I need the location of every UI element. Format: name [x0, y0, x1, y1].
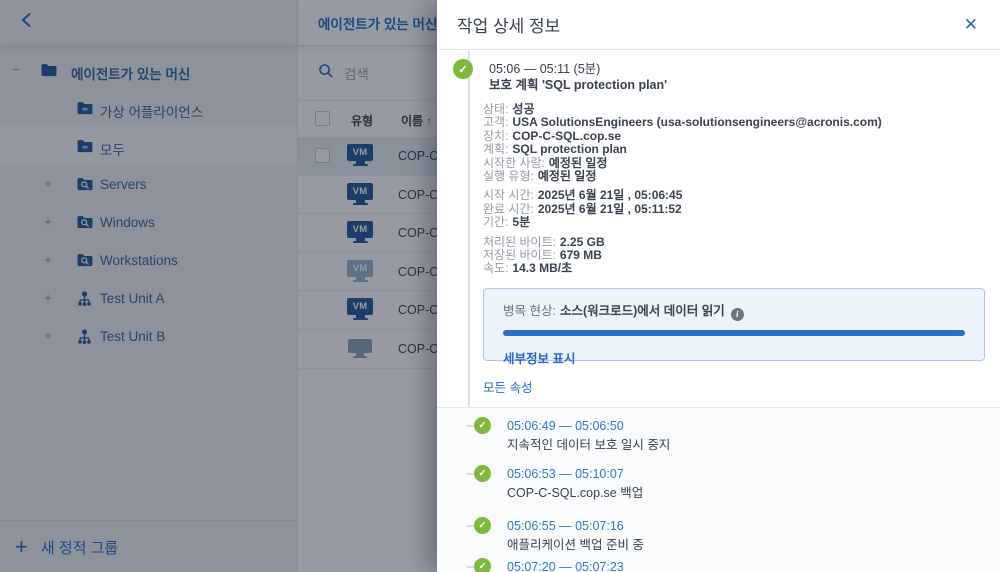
subactivity-time-link[interactable]: 05:06:49 — 05:06:50: [507, 419, 624, 433]
property-row: 고객:USA SolutionsEngineers (usa-solutions…: [483, 116, 882, 129]
subactivity-time-link[interactable]: 05:07:20 — 05:07:23: [507, 560, 624, 572]
bottleneck-box: 병목 현상:소스(워크로드)에서 데이터 읽기i 세부정보 표시: [483, 288, 985, 361]
success-check-icon: ✓: [474, 417, 491, 434]
acronis-console: − 에이전트가 있는 머신 ∞ 가상 어플라이언스 ∞ 모: [0, 0, 1000, 572]
subactivity-label: 지속적인 데이터 보호 일시 중지: [507, 434, 670, 453]
subactivity-time-link[interactable]: 05:06:55 — 05:07:16: [507, 519, 624, 533]
property-row: 완료 시간:2025년 6월 21일 , 05:11:52: [483, 203, 882, 216]
show-details-link[interactable]: 세부정보 표시: [503, 348, 575, 367]
success-check-icon: ✓: [474, 465, 491, 482]
property-row: 속도:14.3 MB/초: [483, 262, 882, 275]
activity-details-panel: 작업 상세 정보 ✕ ✓ 05:06 — 05:11 (5분) 보호 계획 'S…: [437, 0, 1000, 572]
panel-title: 작업 상세 정보: [457, 12, 962, 37]
subactivity-time-link[interactable]: 05:06:53 — 05:10:07: [507, 467, 624, 481]
subactivity-label: COP-C-SQL.cop.se 백업: [507, 482, 643, 501]
success-check-icon: ✓: [474, 517, 491, 534]
property-row: 기간:5분: [483, 216, 882, 229]
property-row: 실행 유형:예정된 일정: [483, 170, 882, 183]
info-icon[interactable]: i: [731, 308, 744, 321]
property-row: 계획:SQL protection plan: [483, 143, 882, 156]
modal-scrim[interactable]: [0, 0, 437, 572]
bottleneck-line: 병목 현상:소스(워크로드)에서 데이터 읽기i: [503, 300, 984, 321]
subactivity-label: 애플리케이션 백업 준비 중: [507, 534, 644, 553]
property-row: 장치:COP-C-SQL.cop.se: [483, 130, 882, 143]
all-properties-link[interactable]: 모든 속성: [483, 377, 532, 396]
success-check-icon: ✓: [453, 59, 473, 79]
property-row: 처리된 바이트:2.25 GB: [483, 236, 882, 249]
property-row: 저장된 바이트:679 MB: [483, 249, 882, 262]
property-row: 시작 시간:2025년 6월 21일 , 05:06:45: [483, 189, 882, 202]
close-icon[interactable]: ✕: [962, 14, 980, 35]
panel-body: ✓ 05:06 — 05:11 (5분) 보호 계획 'SQL protecti…: [437, 51, 1000, 572]
left-region: − 에이전트가 있는 머신 ∞ 가상 어플라이언스 ∞ 모: [0, 0, 437, 572]
property-row: 상태:성공: [483, 103, 882, 116]
success-check-icon: ✓: [474, 558, 491, 572]
activity-name: 보호 계획 'SQL protection plan': [489, 74, 667, 93]
activity-properties: 상태:성공 고객:USA SolutionsEngineers (usa-sol…: [483, 103, 882, 276]
panel-header: 작업 상세 정보 ✕: [437, 0, 1000, 50]
bottleneck-progress-bar: [503, 330, 965, 336]
